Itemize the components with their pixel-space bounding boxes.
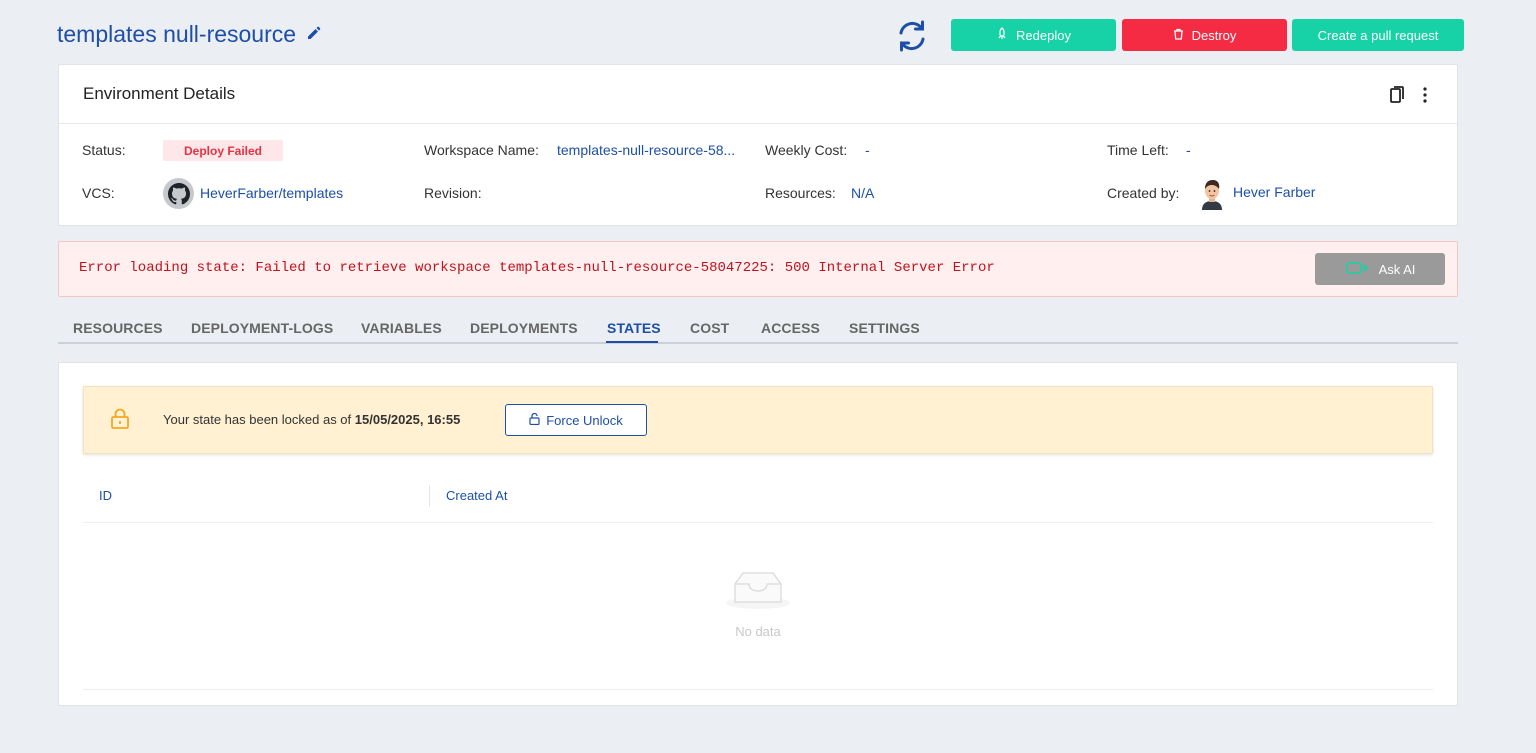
tab-states[interactable]: STATES <box>607 320 661 336</box>
column-header-created-at[interactable]: Created At <box>446 488 507 503</box>
time-left-label: Time Left: <box>1107 142 1169 158</box>
force-unlock-label: Force Unlock <box>546 412 623 428</box>
lock-icon <box>110 408 130 430</box>
tab-bar: RESOURCES DEPLOYMENT-LOGS VARIABLES DEPL… <box>58 312 1458 344</box>
ai-sparkle-icon <box>1345 260 1369 279</box>
weekly-cost-label: Weekly Cost: <box>765 142 848 158</box>
created-by-link[interactable]: Hever Farber <box>1233 184 1315 200</box>
more-options-icon[interactable] <box>1420 85 1430 105</box>
ask-ai-label: Ask AI <box>1378 261 1416 277</box>
redeploy-button[interactable]: Redeploy <box>951 19 1116 51</box>
page-title-row: templates null-resource <box>57 19 324 49</box>
resources-value: N/A <box>851 185 875 201</box>
created-by-label: Created by: <box>1107 185 1180 201</box>
destroy-button[interactable]: Destroy <box>1122 19 1287 51</box>
states-panel: Your state has been locked as of 15/05/2… <box>58 362 1458 706</box>
trash-icon <box>1173 28 1184 43</box>
pull-request-label: Create a pull request <box>1317 27 1439 43</box>
edit-pencil-icon[interactable] <box>306 25 324 43</box>
column-divider <box>429 485 430 507</box>
states-table-header: ID Created At <box>83 469 1433 523</box>
status-badge: Deploy Failed <box>163 140 283 161</box>
lock-message-text: Your state has been locked as of <box>163 412 352 427</box>
vcs-label: VCS: <box>82 185 115 201</box>
tab-variables[interactable]: VARIABLES <box>361 320 442 336</box>
lock-message: Your state has been locked as of 15/05/2… <box>163 412 460 427</box>
vcs-repo-link[interactable]: HeverFarber/templates <box>200 185 343 201</box>
environment-details-heading: Environment Details <box>83 84 236 103</box>
tab-deployments[interactable]: DEPLOYMENTS <box>470 320 578 336</box>
workspace-name-label: Workspace Name: <box>424 142 539 158</box>
state-lock-banner: Your state has been locked as of 15/05/2… <box>83 386 1433 454</box>
tab-settings[interactable]: SETTINGS <box>849 320 920 336</box>
column-header-id[interactable]: ID <box>99 488 112 503</box>
github-icon <box>163 178 194 209</box>
resources-label: Resources: <box>765 185 836 201</box>
empty-inbox-icon <box>725 568 791 610</box>
tab-cost[interactable]: COST <box>690 320 729 336</box>
time-left-value: - <box>1186 142 1191 158</box>
user-avatar <box>1199 178 1225 210</box>
redeploy-label: Redeploy <box>1016 27 1071 43</box>
tab-access[interactable]: ACCESS <box>761 320 820 336</box>
active-tab-indicator <box>606 341 658 343</box>
force-unlock-button[interactable]: Force Unlock <box>505 404 647 436</box>
error-banner: Error loading state: Failed to retrieve … <box>58 241 1458 297</box>
error-message: Error loading state: Failed to retrieve … <box>79 260 995 276</box>
lock-timestamp: 15/05/2025, 16:55 <box>354 412 461 427</box>
environment-details-header: Environment Details <box>59 65 1457 124</box>
unlock-icon <box>529 412 540 428</box>
rocket-icon <box>996 27 1008 43</box>
tab-resources[interactable]: RESOURCES <box>73 320 163 336</box>
create-pull-request-button[interactable]: Create a pull request <box>1292 19 1464 51</box>
revision-label: Revision: <box>424 185 482 201</box>
copy-icon[interactable] <box>1389 85 1405 104</box>
empty-state: No data <box>83 523 1433 690</box>
empty-state-text: No data <box>735 624 781 639</box>
workspace-name-link[interactable]: templates-null-resource-58... <box>557 142 735 158</box>
tab-deployment-logs[interactable]: DEPLOYMENT-LOGS <box>191 320 333 336</box>
ask-ai-button[interactable]: Ask AI <box>1315 253 1445 285</box>
weekly-cost-value: - <box>865 142 870 158</box>
refresh-icon[interactable] <box>894 18 930 54</box>
status-label: Status: <box>82 142 126 158</box>
page-title: templates null-resource <box>57 20 297 47</box>
destroy-label: Destroy <box>1191 27 1237 43</box>
